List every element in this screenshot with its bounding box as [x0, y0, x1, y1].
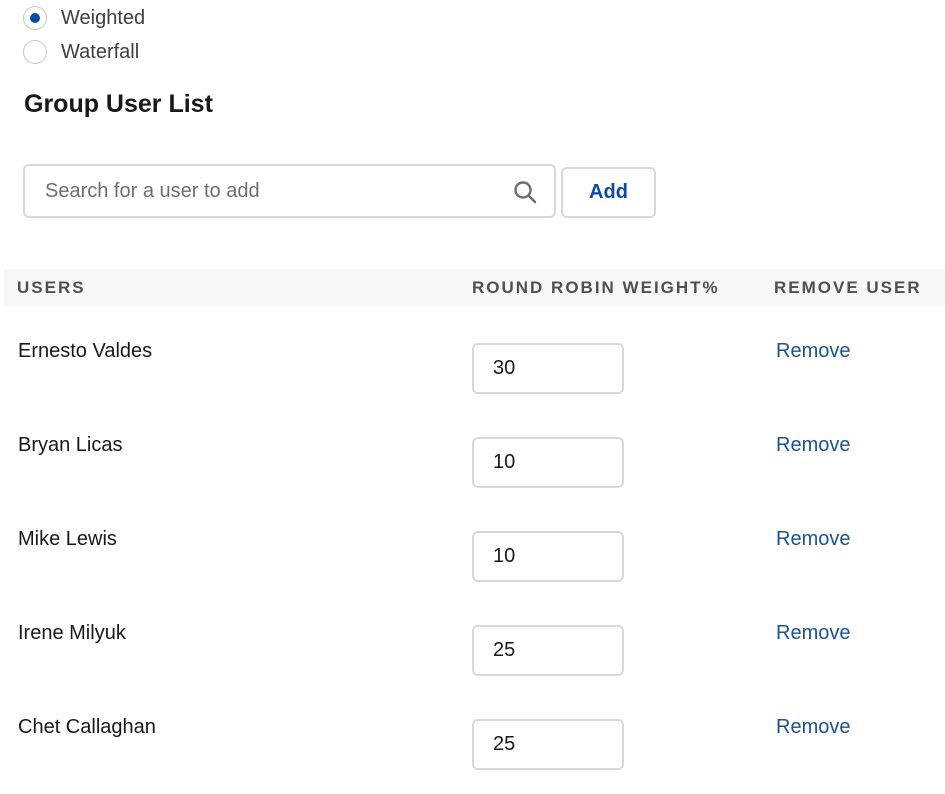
- radio-label-weighted: Weighted: [61, 6, 146, 29]
- radio-weighted[interactable]: Weighted: [23, 4, 145, 32]
- weight-input[interactable]: [472, 625, 624, 676]
- group-user-list-panel: Weighted Waterfall Group User List Add U…: [0, 0, 945, 794]
- user-name: Chet Callaghan: [18, 716, 156, 738]
- radio-waterfall[interactable]: Waterfall: [23, 38, 139, 66]
- add-user-button[interactable]: Add: [561, 167, 656, 218]
- table-row: Mike Lewis Remove: [0, 511, 945, 605]
- column-header-remove: REMOVE USER: [774, 278, 922, 297]
- user-name: Irene Milyuk: [18, 622, 126, 644]
- remove-user-link[interactable]: Remove: [776, 716, 850, 739]
- user-search-box: [23, 164, 556, 218]
- user-name: Mike Lewis: [18, 528, 117, 550]
- remove-user-link[interactable]: Remove: [776, 528, 850, 551]
- radio-button-unselected[interactable]: [23, 40, 47, 64]
- user-name: Bryan Licas: [18, 434, 123, 456]
- table-header: USERS ROUND ROBIN WEIGHT% REMOVE USER: [4, 269, 945, 306]
- user-search-input[interactable]: [25, 166, 495, 216]
- weight-input[interactable]: [472, 437, 624, 488]
- table-row: Bryan Licas Remove: [0, 417, 945, 511]
- column-header-users: USERS: [17, 278, 86, 297]
- table-row: Ernesto Valdes Remove: [0, 323, 945, 417]
- remove-user-link[interactable]: Remove: [776, 340, 850, 363]
- table-row: Chet Callaghan Remove: [0, 699, 945, 793]
- radio-button-selected[interactable]: [23, 6, 47, 30]
- table-row: Irene Milyuk Remove: [0, 605, 945, 699]
- weight-input[interactable]: [472, 719, 624, 770]
- weight-input[interactable]: [472, 531, 624, 582]
- remove-user-link[interactable]: Remove: [776, 622, 850, 645]
- column-header-weight: ROUND ROBIN WEIGHT%: [472, 278, 720, 297]
- user-name: Ernesto Valdes: [18, 340, 153, 362]
- radio-label-waterfall: Waterfall: [61, 40, 140, 63]
- search-icon[interactable]: [512, 179, 538, 205]
- section-title: Group User List: [24, 90, 213, 118]
- weight-input[interactable]: [472, 343, 624, 394]
- remove-user-link[interactable]: Remove: [776, 434, 850, 457]
- radio-selected-dot: [30, 13, 40, 23]
